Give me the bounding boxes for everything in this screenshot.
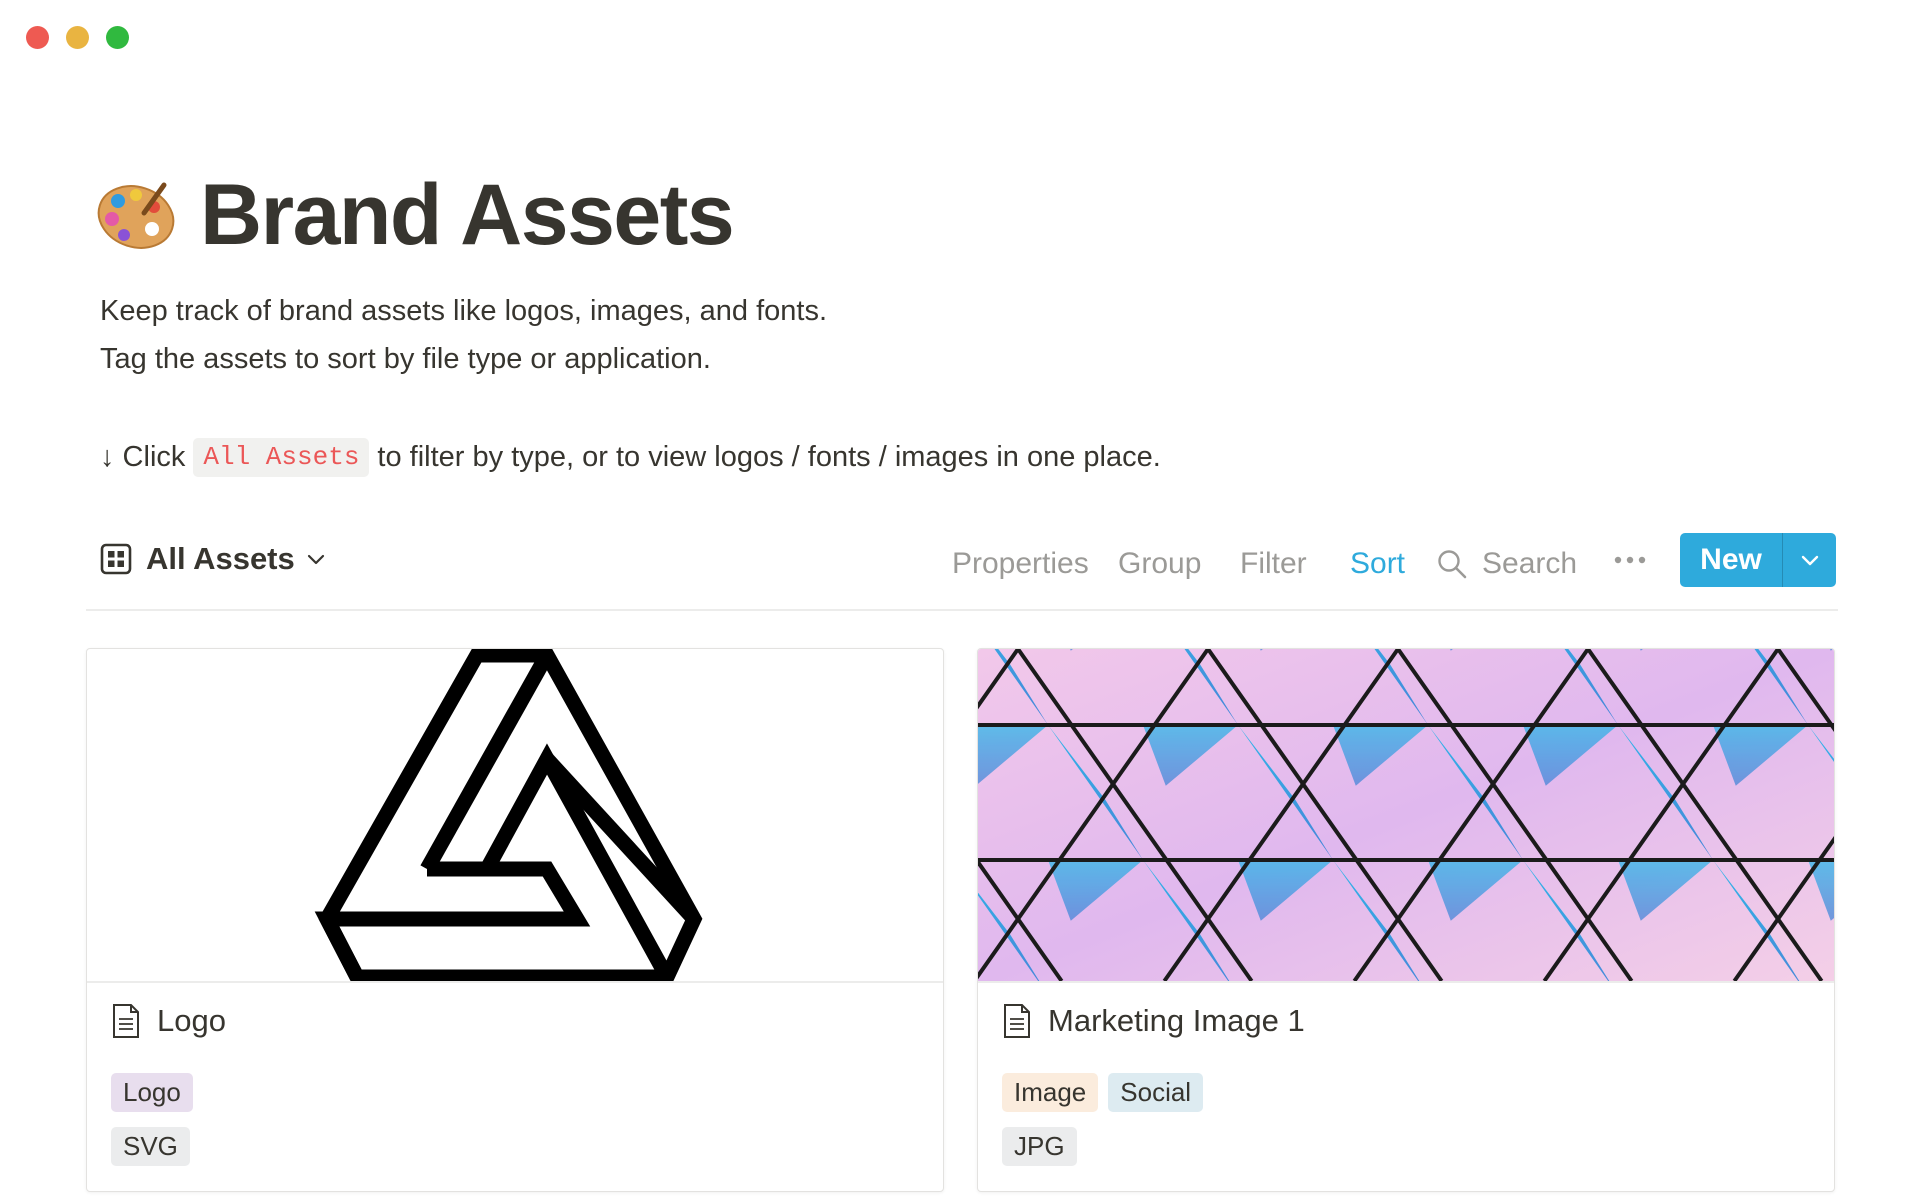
impossible-triangle-logo xyxy=(314,649,703,981)
group-button[interactable]: Group xyxy=(1118,547,1201,581)
new-button[interactable]: New xyxy=(1680,533,1782,587)
card-title: Marketing Image 1 xyxy=(1048,1003,1305,1038)
page-description-line-1: Keep track of brand assets like logos, i… xyxy=(100,295,828,327)
gallery-card-marketing-image-1[interactable]: Marketing Image 1 Image Social JPG xyxy=(977,648,1835,1192)
new-dropdown-button[interactable] xyxy=(1783,533,1836,587)
card-cover-logo xyxy=(87,649,943,981)
card-cover-divider xyxy=(87,981,943,983)
card-cover-marketing-image xyxy=(978,649,1834,981)
window-titlebar xyxy=(0,0,1920,80)
close-window-button[interactable] xyxy=(26,26,49,49)
document-icon xyxy=(1004,1004,1030,1038)
tag-image: Image xyxy=(1002,1073,1099,1112)
chevron-down-icon xyxy=(1801,555,1818,566)
artist-palette-icon[interactable] xyxy=(94,173,178,257)
page-instruction: ↓ Click All Assets to filter by type, or… xyxy=(100,438,1161,478)
search-button[interactable]: Search xyxy=(1436,547,1577,581)
card-title-row: Marketing Image 1 xyxy=(1002,1003,1305,1039)
page-description-line-2: Tag the assets to sort by file type or a… xyxy=(100,343,711,375)
page-title: Brand Assets xyxy=(200,167,735,263)
database-toolbar: All Assets Properties Group Filter Sort … xyxy=(86,533,1838,593)
toolbar-divider xyxy=(86,609,1838,611)
search-label: Search xyxy=(1482,547,1578,580)
card-tags: Logo xyxy=(111,1073,193,1112)
card-file-type: SVG xyxy=(111,1127,190,1166)
file-type-badge: SVG xyxy=(111,1127,190,1166)
geometric-triangle-pattern-photo xyxy=(978,649,1834,981)
instruction-prefix: ↓ Click xyxy=(100,441,186,474)
view-selector[interactable]: All Assets xyxy=(100,541,327,577)
instruction-suffix: to filter by type, or to view logos / fo… xyxy=(377,441,1161,474)
gallery-view-icon xyxy=(100,543,132,575)
gallery-card-logo[interactable]: Logo Logo SVG xyxy=(86,648,944,1192)
tag-logo: Logo xyxy=(111,1073,193,1112)
sort-button[interactable]: Sort xyxy=(1350,547,1405,581)
filter-button[interactable]: Filter xyxy=(1240,547,1307,581)
card-cover-divider xyxy=(978,981,1834,983)
card-title: Logo xyxy=(157,1003,226,1038)
card-title-row: Logo xyxy=(111,1003,226,1039)
inline-code-all-assets: All Assets xyxy=(193,438,370,478)
view-label: All Assets xyxy=(146,541,295,576)
card-tags: Image Social xyxy=(1002,1073,1204,1112)
tag-social: Social xyxy=(1108,1073,1204,1112)
chevron-down-icon xyxy=(307,554,324,565)
page-header: Brand Assets xyxy=(94,167,735,263)
minimize-window-button[interactable] xyxy=(66,26,89,49)
properties-button[interactable]: Properties xyxy=(952,547,1089,581)
more-options-icon[interactable] xyxy=(1610,545,1650,575)
document-icon xyxy=(113,1004,139,1038)
new-button-group: New xyxy=(1680,533,1836,587)
search-icon xyxy=(1438,550,1467,579)
file-type-badge: JPG xyxy=(1002,1127,1077,1166)
card-file-type: JPG xyxy=(1002,1127,1077,1166)
maximize-window-button[interactable] xyxy=(106,26,129,49)
